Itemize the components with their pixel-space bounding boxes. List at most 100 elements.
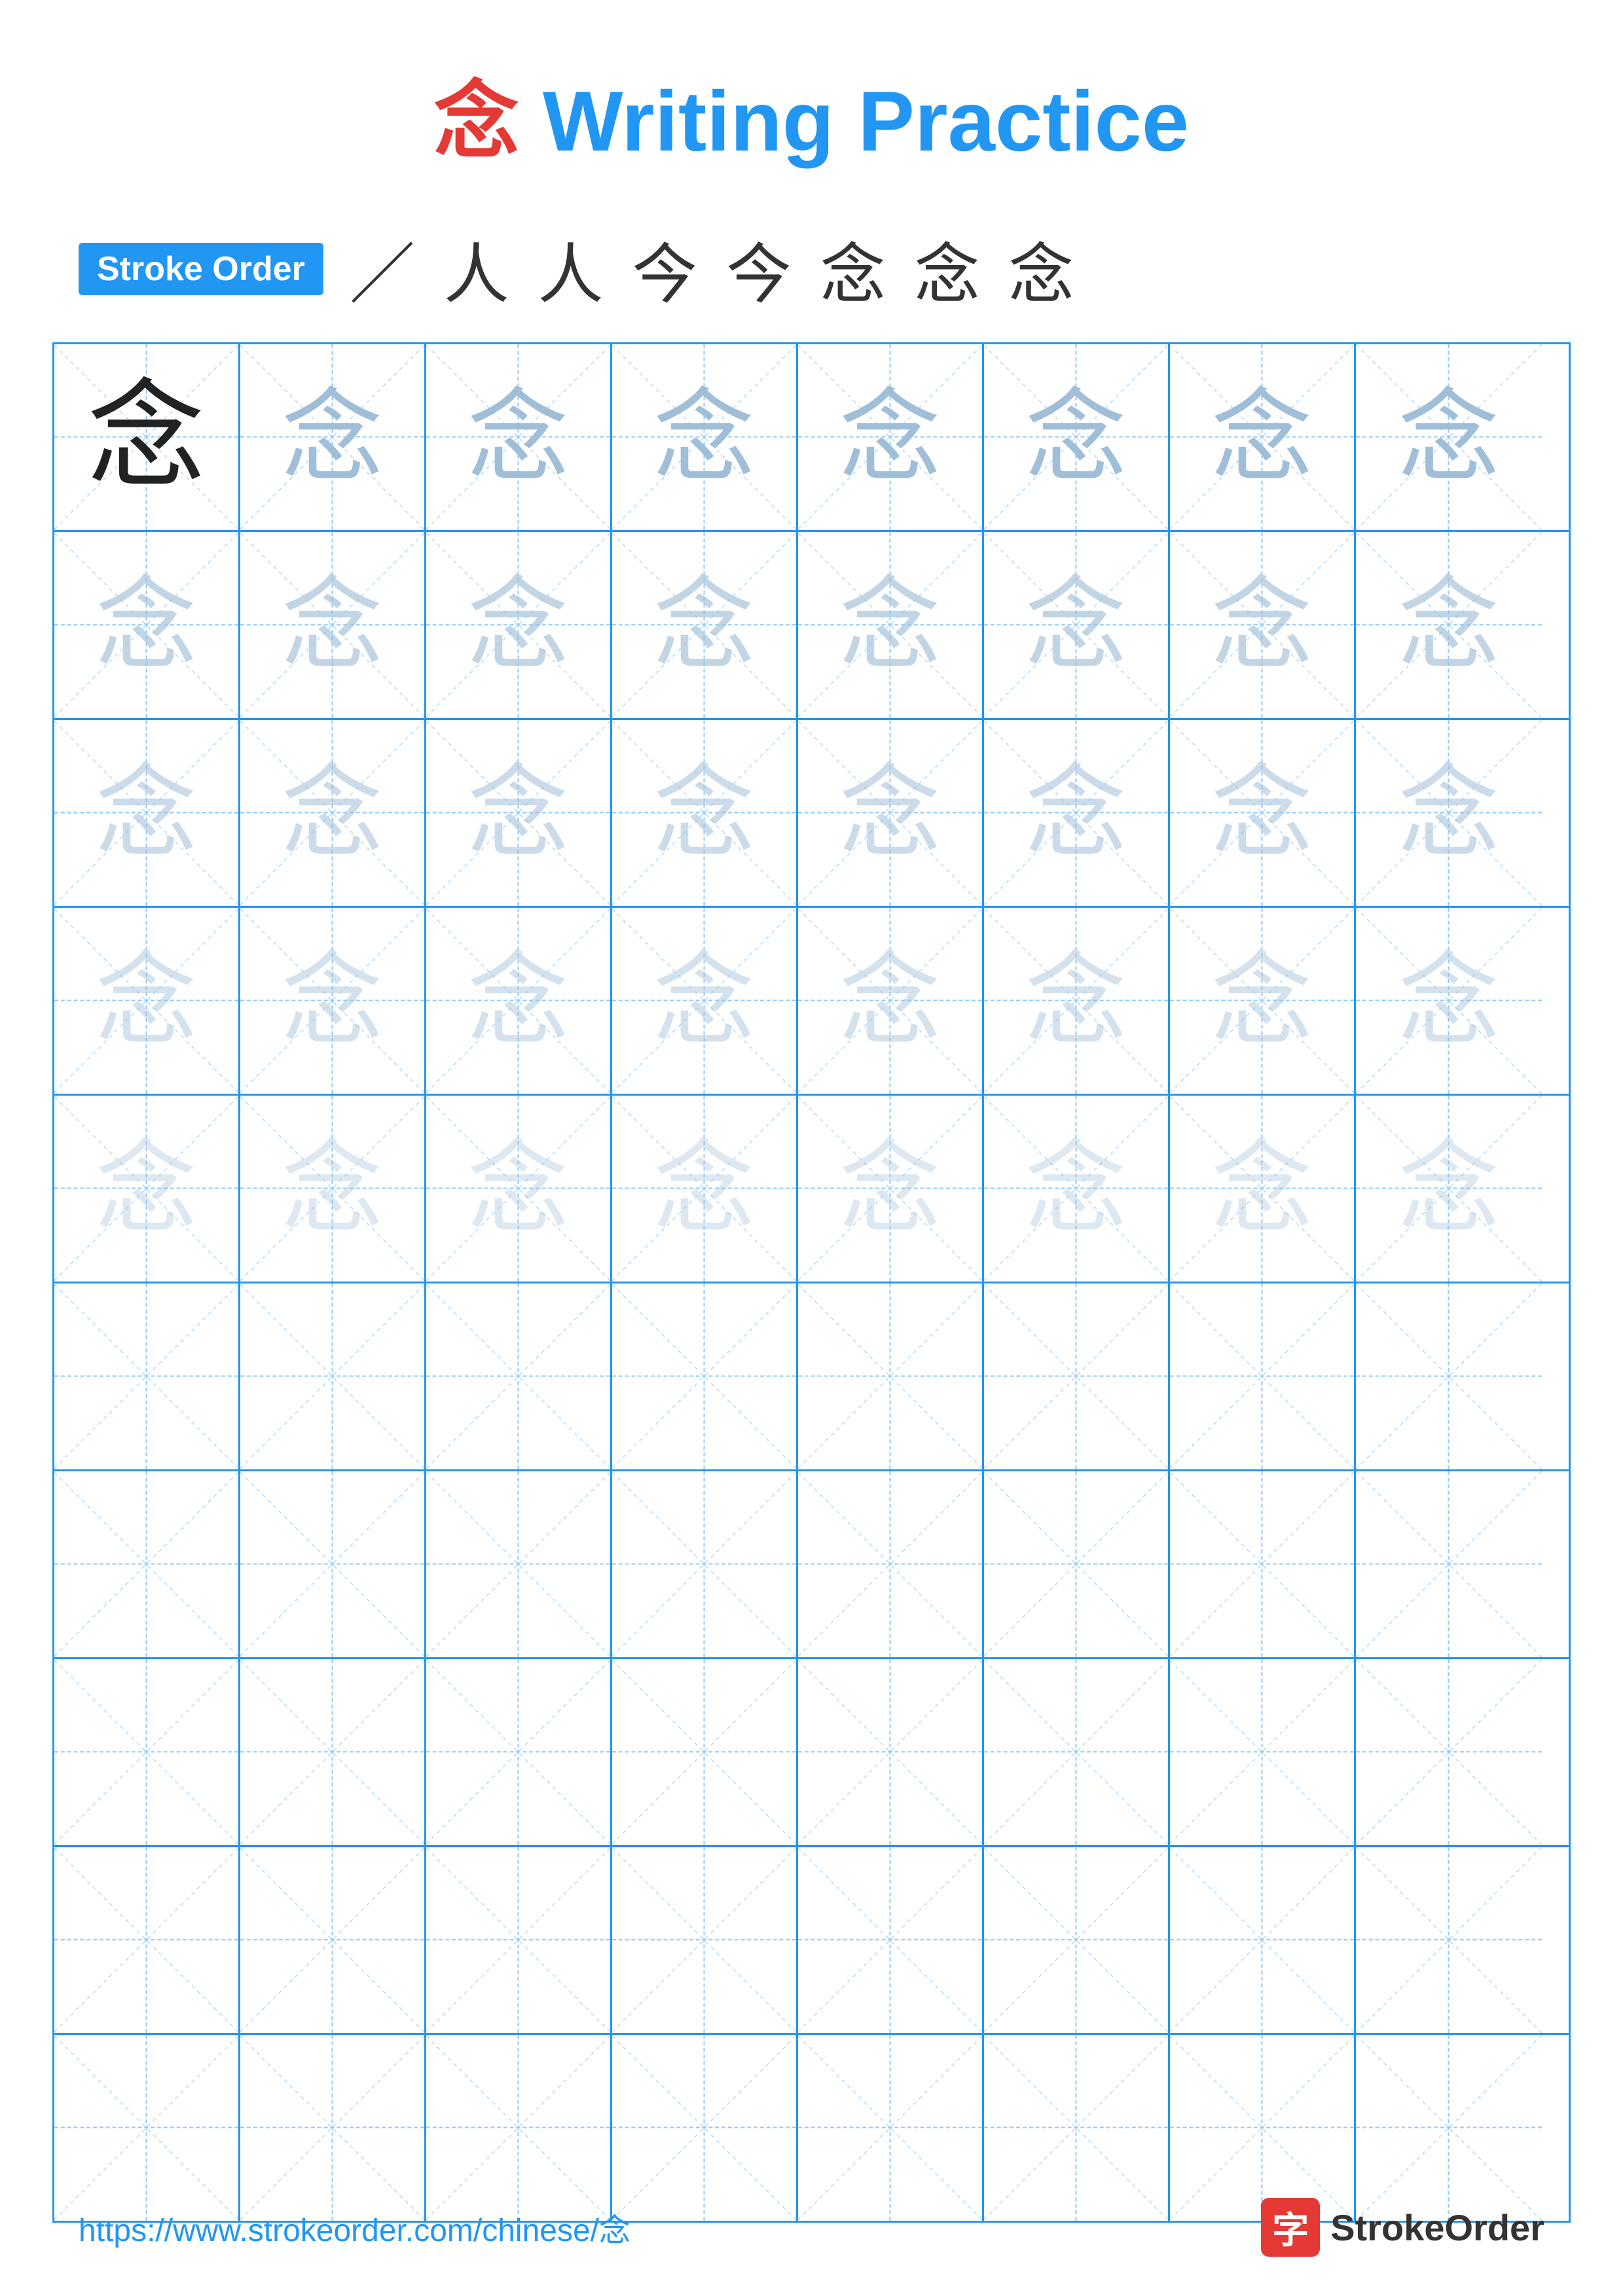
grid-cell[interactable]: 念 xyxy=(426,908,612,1094)
grid-cell[interactable]: 念 xyxy=(54,908,240,1094)
grid-cell[interactable] xyxy=(798,1659,984,1845)
grid-cell[interactable] xyxy=(240,1659,426,1845)
grid-cell[interactable] xyxy=(426,1847,612,2033)
grid-cell[interactable] xyxy=(1356,1847,1542,2033)
grid-cell[interactable]: 念 xyxy=(798,908,984,1094)
grid-cell[interactable] xyxy=(1170,1847,1356,2033)
grid-cell[interactable]: 念 xyxy=(1356,344,1542,530)
grid-cell[interactable]: 念 xyxy=(798,344,984,530)
grid-row: 念 念 念 念 念 念 念 念 xyxy=(54,1096,1569,1283)
grid-cell[interactable] xyxy=(54,1471,240,1657)
grid-cell[interactable] xyxy=(426,2035,612,2221)
grid-cell[interactable] xyxy=(1356,1471,1542,1657)
grid-cell[interactable] xyxy=(54,1283,240,1469)
grid-cell[interactable] xyxy=(426,1659,612,1845)
grid-cell[interactable]: 念 xyxy=(1170,532,1356,718)
grid-cell[interactable]: 念 xyxy=(1170,1096,1356,1282)
practice-char: 念 xyxy=(467,1138,569,1240)
grid-cell[interactable] xyxy=(1170,1471,1356,1657)
practice-grid: 念 念 念 念 念 念 念 念 xyxy=(52,342,1571,2223)
grid-cell[interactable]: 念 xyxy=(426,532,612,718)
grid-cell[interactable] xyxy=(798,1471,984,1657)
grid-cell[interactable]: 念 xyxy=(240,720,426,906)
grid-cell[interactable] xyxy=(54,2035,240,2221)
grid-cell[interactable] xyxy=(612,2035,798,2221)
cell-guides xyxy=(240,1283,424,1469)
grid-cell[interactable] xyxy=(1170,1283,1356,1469)
grid-cell[interactable]: 念 xyxy=(1170,908,1356,1094)
grid-cell[interactable]: 念 xyxy=(612,1096,798,1282)
cell-guides xyxy=(612,1283,796,1469)
grid-cell[interactable] xyxy=(426,1283,612,1469)
grid-cell[interactable] xyxy=(612,1659,798,1845)
grid-cell[interactable]: 念 xyxy=(426,720,612,906)
grid-row: 念 念 念 念 念 念 念 念 xyxy=(54,908,1569,1096)
grid-cell[interactable]: 念 xyxy=(798,720,984,906)
practice-char: 念 xyxy=(282,950,383,1052)
grid-cell[interactable]: 念 xyxy=(1170,720,1356,906)
grid-cell[interactable] xyxy=(798,1283,984,1469)
grid-cell[interactable]: 念 xyxy=(798,1096,984,1282)
cell-guides xyxy=(1170,1659,1354,1845)
grid-cell[interactable]: 念 xyxy=(798,532,984,718)
grid-cell[interactable] xyxy=(984,1471,1170,1657)
grid-cell[interactable]: 念 xyxy=(54,720,240,906)
cell-guides xyxy=(426,1659,610,1845)
grid-cell[interactable] xyxy=(612,1847,798,2033)
grid-cell[interactable] xyxy=(240,1283,426,1469)
cell-guides xyxy=(984,1847,1168,2033)
practice-char: 念 xyxy=(1025,575,1127,676)
grid-cell[interactable]: 念 xyxy=(54,1096,240,1282)
grid-cell[interactable]: 念 xyxy=(984,344,1170,530)
grid-cell[interactable] xyxy=(54,1659,240,1845)
grid-cell[interactable] xyxy=(984,1283,1170,1469)
practice-char: 念 xyxy=(1398,762,1500,864)
grid-cell[interactable]: 念 xyxy=(54,344,240,530)
grid-cell[interactable]: 念 xyxy=(984,908,1170,1094)
grid-cell[interactable]: 念 xyxy=(612,720,798,906)
cell-guides xyxy=(1356,1283,1542,1469)
cell-guides xyxy=(612,1659,796,1845)
grid-cell[interactable] xyxy=(612,1471,798,1657)
grid-cell[interactable]: 念 xyxy=(426,1096,612,1282)
grid-cell[interactable]: 念 xyxy=(612,344,798,530)
grid-cell[interactable] xyxy=(1356,1659,1542,1845)
grid-cell[interactable] xyxy=(54,1847,240,2033)
stroke-order-badge: Stroke Order xyxy=(79,243,323,295)
grid-cell[interactable]: 念 xyxy=(426,344,612,530)
grid-cell[interactable]: 念 xyxy=(240,344,426,530)
cell-guides xyxy=(798,2035,982,2221)
grid-cell[interactable]: 念 xyxy=(984,1096,1170,1282)
grid-cell[interactable] xyxy=(984,1659,1170,1845)
grid-cell[interactable]: 念 xyxy=(612,532,798,718)
grid-cell[interactable]: 念 xyxy=(1356,720,1542,906)
grid-cell[interactable]: 念 xyxy=(54,532,240,718)
grid-cell[interactable]: 念 xyxy=(984,720,1170,906)
practice-char: 念 xyxy=(839,950,941,1052)
footer-logo: 字 StrokeOrder xyxy=(1261,2198,1544,2257)
grid-cell[interactable] xyxy=(798,2035,984,2221)
grid-cell[interactable]: 念 xyxy=(1356,532,1542,718)
grid-cell[interactable] xyxy=(1170,1659,1356,1845)
grid-cell[interactable] xyxy=(1356,1283,1542,1469)
grid-cell[interactable] xyxy=(1356,2035,1542,2221)
grid-cell[interactable] xyxy=(984,2035,1170,2221)
grid-cell[interactable]: 念 xyxy=(240,532,426,718)
grid-cell[interactable] xyxy=(240,1471,426,1657)
title-char: 念 xyxy=(434,73,519,169)
grid-cell[interactable] xyxy=(240,1847,426,2033)
grid-cell[interactable]: 念 xyxy=(240,908,426,1094)
grid-cell[interactable]: 念 xyxy=(1356,908,1542,1094)
grid-cell[interactable]: 念 xyxy=(1170,344,1356,530)
grid-cell[interactable] xyxy=(612,1283,798,1469)
cell-guides xyxy=(426,1283,610,1469)
grid-cell[interactable]: 念 xyxy=(984,532,1170,718)
grid-cell[interactable] xyxy=(798,1847,984,2033)
grid-cell[interactable] xyxy=(240,2035,426,2221)
grid-cell[interactable]: 念 xyxy=(1356,1096,1542,1282)
grid-cell[interactable] xyxy=(426,1471,612,1657)
grid-cell[interactable]: 念 xyxy=(612,908,798,1094)
grid-cell[interactable]: 念 xyxy=(240,1096,426,1282)
grid-cell[interactable] xyxy=(984,1847,1170,2033)
grid-cell[interactable] xyxy=(1170,2035,1356,2221)
